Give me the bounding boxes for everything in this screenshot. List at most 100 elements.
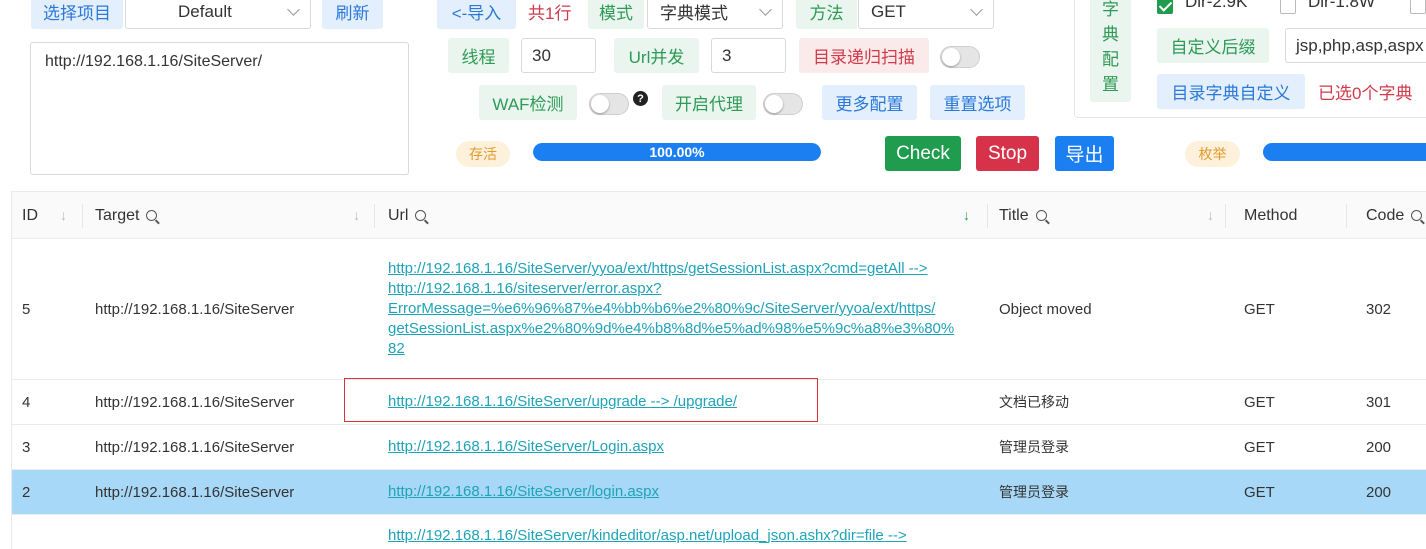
cell-target: http://192.168.1.16/SiteServer (95, 483, 295, 501)
refresh-button[interactable]: 刷新 (322, 0, 383, 29)
column-divider[interactable] (987, 204, 988, 228)
enum-badge: 枚举 (1185, 141, 1240, 167)
help-icon[interactable]: ? (633, 91, 648, 106)
waf-detect-toggle[interactable] (589, 93, 629, 115)
mode-label: 模式 (588, 0, 644, 29)
url-link[interactable]: http://192.168.1.16/SiteServer/Login.asp… (388, 437, 664, 457)
toggle-knob (765, 95, 783, 113)
search-icon[interactable] (146, 210, 158, 221)
cell-url: http://192.168.1.16/SiteServer/login.asp… (378, 470, 659, 514)
sort-icon[interactable]: ↓ (1207, 207, 1214, 223)
project-select-value: Default (178, 1, 232, 21)
alive-progress-bar: 100.00% (533, 143, 821, 161)
proxy-label: 开启代理 (662, 85, 756, 120)
dir-1-8w-checkbox[interactable] (1280, 0, 1296, 14)
results-table: ID ↓ Target ↓ Url ↓ Title ↓ Method Code … (11, 191, 1426, 549)
header-id[interactable]: ID (12, 192, 82, 239)
column-divider[interactable] (1225, 204, 1226, 228)
table-row[interactable]: 3 http://192.168.1.16/SiteServer http://… (12, 425, 1426, 470)
thread-label: 线程 (448, 38, 509, 73)
method-label: 方法 (796, 0, 857, 29)
custom-dict-button[interactable]: 目录字典自定义 (1157, 74, 1305, 109)
table-row[interactable]: 5 http://192.168.1.16/SiteServer http://… (12, 239, 1426, 380)
select-project-button[interactable]: 选择项目 (31, 0, 123, 29)
suffix-input[interactable]: jsp,php,asp,aspx (1285, 28, 1426, 63)
row-count: 共1行 (528, 4, 572, 23)
header-target[interactable]: Target (85, 192, 375, 239)
search-icon[interactable] (1035, 210, 1047, 221)
highlight-box (344, 378, 818, 422)
url-link[interactable]: http://192.168.1.16/SiteServer/kindedito… (388, 526, 907, 546)
search-icon[interactable] (1411, 210, 1423, 221)
header-code[interactable]: Code (1356, 192, 1426, 239)
stop-button[interactable]: Stop (976, 136, 1039, 171)
suffix-input-value: jsp,php,asp,aspx (1296, 35, 1424, 55)
sort-icon[interactable]: ↓ (60, 207, 67, 223)
cell-method: GET (1244, 300, 1275, 318)
recursive-scan-label: 目录递归扫描 (799, 38, 929, 73)
dict-config-label-char: 字 (1102, 0, 1119, 19)
cell-title: 管理员登录 (999, 439, 1069, 455)
mode-select[interactable]: 字典模式 (647, 0, 783, 29)
cell-id: 4 (22, 393, 31, 411)
header-title[interactable]: Title (989, 192, 1224, 239)
cell-url: http://192.168.1.16/SiteServer/kindedito… (378, 515, 907, 549)
cell-code: 302 (1366, 300, 1392, 318)
url-concurrency-input[interactable]: 3 (711, 38, 786, 73)
cell-id: 5 (22, 300, 31, 318)
cell-target: http://192.168.1.16/SiteServer (95, 393, 295, 411)
project-select[interactable]: Default (125, 0, 311, 29)
column-divider[interactable] (374, 204, 375, 228)
alive-progress-track: 100.00% (533, 143, 821, 161)
thread-input[interactable]: 30 (521, 38, 596, 73)
cell-code: 200 (1366, 483, 1392, 501)
sort-active-icon[interactable]: ↓ (963, 207, 970, 223)
reset-options-button[interactable]: 重置选项 (930, 85, 1025, 120)
dict-config-label-char: 配 (1102, 50, 1119, 69)
column-divider[interactable] (1346, 204, 1347, 228)
dir-2-9k-checkbox[interactable] (1157, 0, 1173, 14)
check-button[interactable]: Check (885, 136, 961, 171)
cell-title: 文档已移动 (999, 394, 1069, 410)
toggle-knob (591, 95, 609, 113)
dict-checkbox[interactable] (1410, 0, 1426, 14)
dict-config-label-char: 置 (1102, 75, 1119, 94)
table-row-selected[interactable]: 2 http://192.168.1.16/SiteServer http://… (12, 470, 1426, 515)
selected-dict-count: 已选0个字典 (1318, 84, 1413, 103)
mode-select-value: 字典模式 (660, 4, 728, 23)
table-header: ID ↓ Target ↓ Url ↓ Title ↓ Method Code (12, 191, 1426, 239)
proxy-toggle[interactable] (763, 93, 803, 115)
url-link[interactable]: http://192.168.1.16/SiteServer/yyoa/ext/… (388, 259, 927, 279)
cell-method: GET (1244, 393, 1275, 411)
header-url-text: Url (388, 206, 409, 224)
cell-url: http://192.168.1.16/SiteServer/Login.asp… (378, 425, 664, 469)
header-title-text: Title (999, 206, 1029, 224)
url-link[interactable]: 82 (388, 339, 405, 359)
url-link[interactable]: http://192.168.1.16/siteserver/error.asp… (388, 279, 662, 299)
cell-method: GET (1244, 483, 1275, 501)
header-code-text: Code (1366, 206, 1405, 224)
cell-title: 管理员登录 (999, 484, 1069, 500)
import-button[interactable]: <-导入 (437, 0, 516, 29)
url-link[interactable]: ErrorMessage=%e6%96%87%e4%bb%b6%e2%80%9c… (388, 299, 935, 319)
table-row[interactable]: http://192.168.1.16/SiteServer/kindedito… (12, 515, 1426, 549)
dir-2-9k-label: Dir-2.9K (1185, 0, 1248, 11)
header-method-text: Method (1244, 206, 1298, 224)
more-config-button[interactable]: 更多配置 (822, 85, 917, 120)
cell-id: 2 (22, 483, 31, 501)
url-concurrency-label: Url并发 (614, 38, 699, 73)
target-textarea[interactable]: http://192.168.1.16/SiteServer/ (30, 42, 409, 175)
enum-progress-bar (1263, 143, 1426, 161)
header-url[interactable]: Url (378, 192, 978, 239)
url-concurrency-value: 3 (722, 45, 732, 65)
method-select[interactable]: GET (858, 0, 994, 29)
export-button[interactable]: 导出 (1055, 136, 1114, 171)
sort-icon[interactable]: ↓ (353, 207, 360, 223)
recursive-scan-toggle[interactable] (940, 46, 980, 68)
header-method[interactable]: Method (1234, 192, 1344, 239)
search-icon[interactable] (415, 210, 427, 221)
column-divider[interactable] (82, 204, 83, 228)
custom-suffix-label: 自定义后缀 (1157, 28, 1269, 63)
url-link[interactable]: getSessionList.aspx%e2%80%9d%e4%b8%8d%e5… (388, 319, 954, 339)
url-link[interactable]: http://192.168.1.16/SiteServer/login.asp… (388, 482, 659, 502)
